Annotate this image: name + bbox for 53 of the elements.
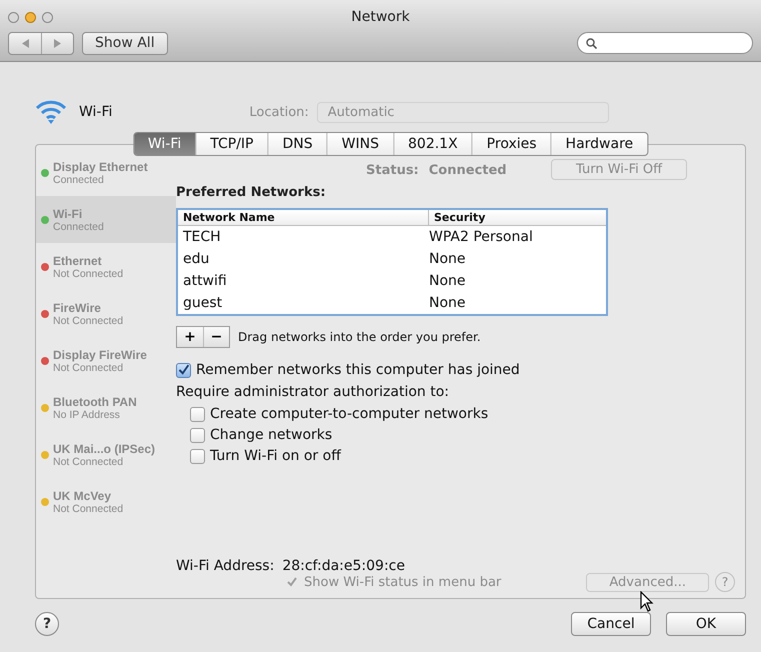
table-cell-text: WPA2 Personal [428, 229, 534, 245]
back-arrow-icon[interactable] [22, 38, 28, 48]
address-value: 28:cf:da:e5:09:ce [282, 558, 405, 574]
option-label: Change networks [210, 427, 332, 443]
option-label: Turn Wi-Fi on or off [210, 448, 341, 464]
tab[interactable]: Hardware [550, 133, 648, 155]
tab[interactable]: 802.1X [393, 133, 472, 155]
close-light-icon[interactable] [8, 12, 19, 22]
status-label: Status: [366, 163, 419, 178]
tab[interactable]: Wi-Fi [134, 133, 196, 155]
forward-arrow-icon[interactable] [54, 38, 61, 48]
tab[interactable]: Proxies [472, 133, 551, 155]
option-checkbox[interactable] [190, 406, 205, 422]
search-icon [586, 38, 597, 48]
option-checkbox[interactable] [190, 428, 205, 442]
column-header[interactable]: Network Name [178, 210, 428, 225]
preferred-networks-label: Preferred Networks: [176, 185, 327, 200]
cancel-button[interactable]: Cancel [571, 612, 651, 636]
minimize-light-icon[interactable] [25, 12, 36, 22]
tab[interactable]: TCP/IP [195, 133, 268, 155]
drag-hint: Drag networks into the order you prefer. [238, 330, 481, 344]
address-label: Wi-Fi Address: [176, 558, 274, 574]
remove-button[interactable]: − [203, 327, 229, 347]
table-cell-text: TECH [182, 229, 222, 245]
location-label: Location: [249, 104, 309, 120]
table-cell-text: guest [182, 295, 224, 311]
ok-button[interactable]: OK [666, 612, 746, 636]
remember-label: Remember networks this computer has joined [196, 362, 520, 378]
table-cell-text: attwifi [182, 273, 228, 289]
option-checkbox[interactable] [190, 448, 205, 464]
back-forward-control[interactable] [8, 32, 74, 54]
status-value: Connected [428, 163, 507, 178]
mouse-pointer-icon [640, 591, 654, 613]
table-cell-text: None [428, 295, 467, 311]
require-label: Require administrator authorization to: [176, 384, 450, 400]
help-button[interactable]: ? [35, 612, 59, 636]
wifi-icon [35, 99, 67, 125]
add-button[interactable]: + [177, 327, 203, 347]
table-cell-text: None [428, 273, 467, 289]
show-status-label: Show Wi-Fi status in menu bar [304, 574, 502, 590]
option-label: Create computer-to-computer networks [210, 406, 488, 422]
remember-checkbox[interactable] [176, 362, 191, 378]
show-all-button[interactable]: Show All [82, 32, 168, 54]
table-cell-text: None [428, 251, 467, 267]
check-mark-icon[interactable] [286, 576, 298, 588]
service-name: Wi-Fi [79, 104, 112, 120]
window-title: Network [351, 9, 410, 25]
column-header[interactable]: Security [428, 210, 606, 225]
search-field[interactable] [577, 32, 753, 54]
zoom-light-icon[interactable] [42, 12, 53, 22]
tab[interactable]: DNS [268, 133, 327, 155]
table-cell-text: edu [182, 251, 210, 267]
tab[interactable]: WINS [326, 133, 393, 155]
